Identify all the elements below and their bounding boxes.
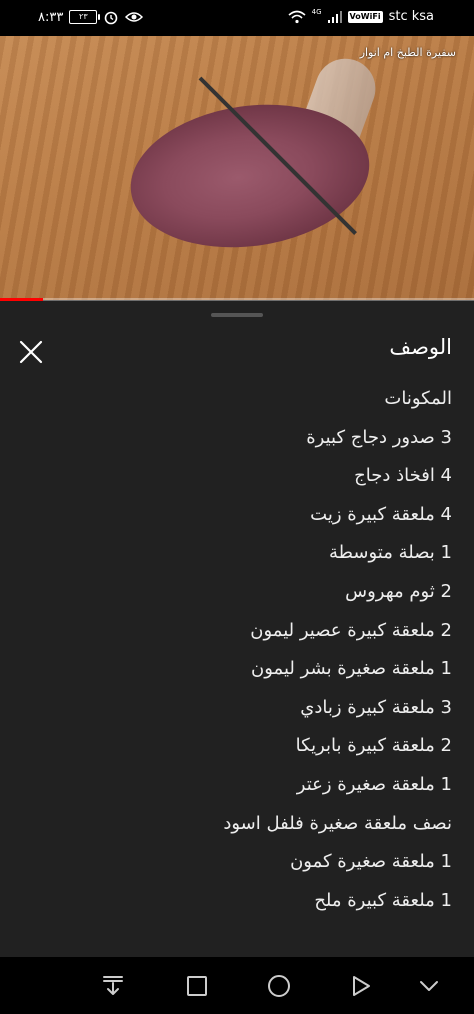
- recents-button[interactable]: [184, 973, 210, 999]
- panel-title: الوصف: [389, 335, 452, 359]
- description-panel: الوصف المكونات 3 صدور دجاج كبيرة 4 افخاذ د…: [0, 301, 474, 957]
- status-right: 4G VoWiFi stc ksa: [288, 7, 434, 24]
- circle-icon: [268, 975, 290, 997]
- ingredient-line: 1 ملعقة صغيرة كمون: [290, 851, 452, 873]
- status-bar: ٨:٣٣ ٢٣ 4G VoWiFi stc ksa: [0, 0, 474, 36]
- wifi-icon: [288, 10, 306, 23]
- ingredient-line: 2 ملعقة كبيرة بابريكا: [295, 735, 452, 757]
- ingredient-line: 1 ملعقة صغيرة بشر ليمون: [251, 658, 452, 680]
- description-text: المكونات 3 صدور دجاج كبيرة 4 افخاذ دجاج 4 م…: [22, 385, 452, 925]
- carrier-name: stc ksa: [388, 9, 434, 24]
- ingredient-line: 3 ملعقة كبيرة زبادي: [300, 696, 452, 718]
- status-left: ٨:٣٣ ٢٣: [38, 9, 144, 25]
- screen: ٨:٣٣ ٢٣ 4G VoWiFi stc ksa سفيرة الطبخ ام…: [0, 0, 474, 1014]
- battery-icon: ٢٣: [69, 10, 101, 24]
- ingredient-line: 3 صدور دجاج كبيرة: [306, 426, 452, 448]
- video-player[interactable]: سفيرة الطبخ ام انوار: [0, 36, 474, 300]
- ingredients-heading: المكونات: [384, 388, 452, 409]
- chevron-down-icon: [420, 981, 438, 991]
- ingredient-line: 4 افخاذ دجاج: [354, 465, 452, 487]
- hide-nav-button[interactable]: [416, 973, 442, 999]
- ingredient-line: 4 ملعقة كبيرة زيت: [310, 503, 452, 525]
- download-button[interactable]: [100, 973, 126, 999]
- home-button[interactable]: [266, 973, 292, 999]
- close-button[interactable]: [16, 337, 46, 367]
- square-icon: [187, 976, 207, 996]
- channel-watermark: سفيرة الطبخ ام انوار: [359, 46, 456, 59]
- ingredient-line: 2 ثوم مهروس: [345, 580, 452, 602]
- back-button[interactable]: [348, 973, 374, 999]
- close-icon: [19, 340, 43, 364]
- triangle-icon: [353, 976, 370, 996]
- ingredient-line: 1 ملعقة كبيرة ملح: [314, 889, 452, 911]
- clock: ٨:٣٣: [38, 9, 64, 25]
- navigation-bar: [0, 957, 474, 1014]
- ingredient-line: 1 ملعقة صغيرة زعتر: [296, 773, 452, 795]
- vowifi-badge: VoWiFi: [347, 10, 383, 23]
- download-icon: [103, 976, 123, 995]
- alarm-icon: [105, 11, 118, 25]
- ingredient-line: 1 بصلة متوسطة: [329, 542, 452, 564]
- ingredient-line: 2 ملعقة كبيرة عصير ليمون: [250, 619, 452, 641]
- network-type: 4G: [311, 7, 322, 16]
- drag-handle[interactable]: [211, 313, 263, 317]
- ingredient-line: نصف ملعقة صغيرة فلفل اسود: [223, 812, 452, 834]
- eye-comfort-icon: [125, 12, 144, 22]
- signal-icon: [327, 10, 342, 23]
